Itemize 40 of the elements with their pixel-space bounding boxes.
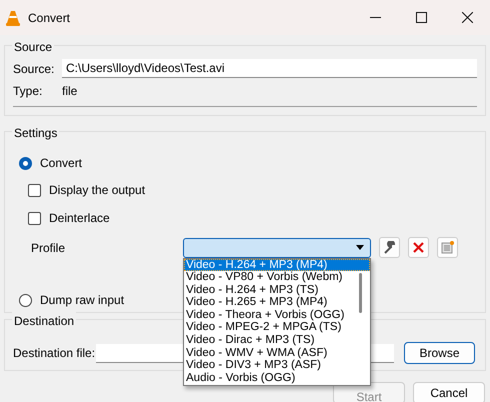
- dropdown-option[interactable]: Video - H.264 + MP3 (TS): [184, 284, 370, 296]
- dropdown-option[interactable]: Video - VP80 + Vorbis (Webm): [184, 271, 370, 284]
- checkbox[interactable]: [28, 212, 41, 224]
- radio-button[interactable]: [19, 156, 32, 170]
- scrollbar-thumb[interactable]: [359, 272, 362, 312]
- radio-button[interactable]: [19, 294, 32, 306]
- maximize-icon: [416, 12, 426, 23]
- window-title: Convert: [28, 10, 70, 26]
- dropdown-arrow-icon: [356, 245, 364, 250]
- dropdown-option[interactable]: Video - H.265 + MP3 (MP4): [184, 296, 370, 309]
- field-label: Source:: [13, 60, 56, 78]
- type-value: file: [62, 83, 78, 100]
- profile-dropdown[interactable]: [183, 238, 371, 258]
- dropdown-option[interactable]: Video - DIV3 + MP3 (ASF): [184, 359, 370, 372]
- profile-label: Profile: [31, 240, 66, 256]
- checkbox-label: Deinterlace: [49, 210, 110, 227]
- field-label: Destination file:: [13, 345, 96, 362]
- cone-icon: [6, 10, 20, 26]
- source-field[interactable]: C:\Users\lloyd\Videos\Test.avi: [62, 59, 477, 78]
- dropdown-option[interactable]: Audio - Vorbis (OGG): [184, 372, 370, 384]
- minimize-icon: [370, 16, 380, 18]
- radio-label: Dump raw input: [40, 292, 124, 309]
- checkbox[interactable]: [28, 184, 41, 196]
- delete-button[interactable]: [408, 237, 429, 258]
- browse-button[interactable]: Browse: [404, 342, 475, 364]
- field-label: Type:: [13, 83, 44, 100]
- checkbox-label: Display the output: [49, 182, 146, 199]
- dialog-button[interactable]: Cancel: [413, 382, 485, 402]
- delete-icon: [413, 242, 424, 253]
- dropdown-option[interactable]: Video - H.264 + MP3 (MP4): [184, 258, 370, 272]
- dropdown-option[interactable]: Video - WMV + WMA (ASF): [184, 346, 370, 360]
- dropdown-option[interactable]: Video - MPEG-2 + MPGA (TS): [184, 321, 370, 334]
- wrench-button[interactable]: [379, 237, 400, 258]
- new-profile-button[interactable]: [437, 237, 458, 258]
- list-icon: [441, 241, 454, 254]
- dropdown-option[interactable]: Video - Dirac + MP3 (TS): [184, 334, 370, 347]
- close-icon: [462, 12, 472, 23]
- radio-label: Convert: [40, 155, 82, 172]
- dropdown-option[interactable]: Video - Theora + Vorbis (OGG): [184, 308, 370, 322]
- wrench-icon: [383, 241, 396, 254]
